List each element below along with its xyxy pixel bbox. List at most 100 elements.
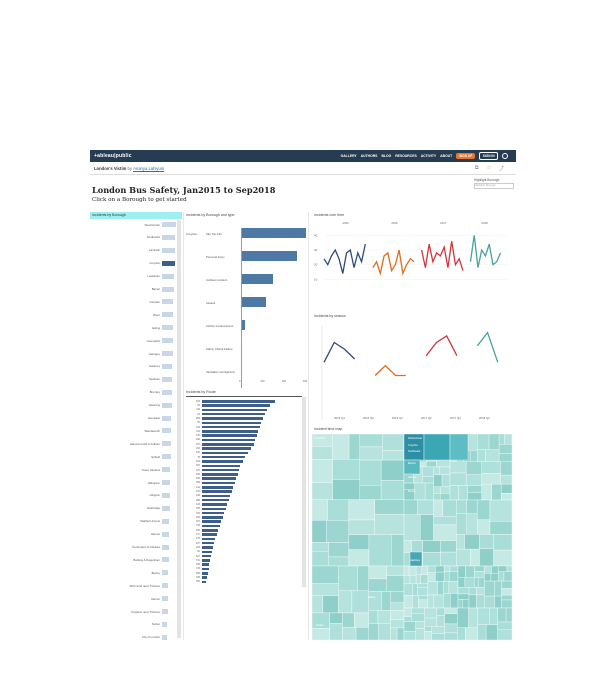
treemap-cell[interactable] bbox=[497, 607, 507, 623]
route-bar[interactable] bbox=[202, 417, 263, 420]
borough-bar[interactable] bbox=[162, 596, 168, 602]
treemap-cell[interactable] bbox=[465, 474, 482, 486]
treemap-cell[interactable] bbox=[474, 565, 485, 572]
treemap-cell[interactable] bbox=[449, 485, 459, 501]
treemap-cell[interactable] bbox=[381, 591, 391, 611]
route-bar[interactable] bbox=[202, 563, 210, 566]
borough-bar[interactable] bbox=[162, 583, 169, 589]
treemap-cell[interactable] bbox=[477, 449, 486, 462]
nav-blog[interactable]: BLOG bbox=[381, 154, 391, 158]
treemap-cell[interactable] bbox=[466, 434, 478, 451]
treemap-cell[interactable] bbox=[444, 607, 458, 614]
treemap-cell[interactable] bbox=[415, 628, 425, 640]
treemap-cell[interactable] bbox=[467, 492, 482, 501]
treemap-cell[interactable] bbox=[464, 534, 480, 550]
route-bar[interactable] bbox=[202, 541, 214, 545]
borough-bar[interactable] bbox=[162, 454, 171, 460]
route-bar[interactable] bbox=[202, 550, 213, 554]
treemap-cell[interactable] bbox=[481, 483, 492, 501]
treemap-cell[interactable] bbox=[457, 607, 469, 628]
treemap-cell[interactable] bbox=[422, 552, 441, 567]
timeline-series-2015[interactable] bbox=[323, 243, 366, 274]
timeline-series-2018[interactable] bbox=[469, 235, 502, 268]
treemap-cell[interactable] bbox=[433, 524, 457, 541]
treemap-cell[interactable] bbox=[403, 616, 412, 622]
borough-bar[interactable] bbox=[162, 312, 174, 318]
borough-bar[interactable] bbox=[162, 402, 172, 408]
treemap-cell[interactable] bbox=[500, 483, 512, 494]
treemap-cell[interactable] bbox=[498, 434, 505, 445]
route-bar[interactable] bbox=[202, 486, 234, 489]
author-link[interactable]: Ananya Lahiyuni bbox=[133, 166, 164, 171]
treemap-cell[interactable] bbox=[382, 434, 405, 451]
treemap-cell[interactable] bbox=[386, 565, 405, 576]
treemap-cell[interactable] bbox=[449, 571, 459, 582]
treemap-cell[interactable] bbox=[433, 594, 444, 609]
treemap-cell[interactable] bbox=[390, 627, 398, 640]
treemap-cell[interactable] bbox=[412, 583, 418, 596]
treemap-cell[interactable] bbox=[378, 623, 391, 640]
treemap-cell[interactable] bbox=[504, 434, 512, 445]
borough-bar[interactable] bbox=[162, 234, 176, 240]
treemap-cell[interactable] bbox=[421, 565, 429, 575]
route-bar[interactable] bbox=[202, 468, 239, 472]
borough-bar[interactable] bbox=[162, 634, 168, 640]
borough-bar[interactable] bbox=[162, 570, 169, 576]
treemap-cell[interactable] bbox=[443, 565, 451, 572]
treemap-cell[interactable] bbox=[497, 571, 505, 582]
treemap-cell[interactable] bbox=[418, 595, 429, 601]
treemap-cell[interactable] bbox=[403, 565, 410, 576]
treemap-cell[interactable] bbox=[444, 613, 458, 625]
treemap-cell[interactable] bbox=[420, 514, 434, 541]
treemap-cell[interactable] bbox=[368, 534, 392, 567]
copy-icon[interactable]: ⧉ bbox=[475, 165, 479, 172]
treemap-cell[interactable] bbox=[424, 631, 432, 640]
treemap-cell[interactable] bbox=[408, 565, 417, 576]
route-bar[interactable] bbox=[202, 464, 241, 468]
timeline-series-2016[interactable] bbox=[372, 249, 415, 276]
treemap-cell[interactable] bbox=[501, 594, 512, 601]
treemap-cell[interactable] bbox=[441, 474, 451, 487]
treemap-cell[interactable] bbox=[418, 599, 429, 609]
treemap-cell[interactable] bbox=[449, 461, 467, 474]
treemap-cell[interactable] bbox=[501, 599, 512, 609]
treemap-cell[interactable] bbox=[312, 459, 333, 484]
treemap-cell[interactable] bbox=[312, 551, 329, 567]
treemap-cell[interactable] bbox=[417, 499, 434, 516]
share-icon[interactable]: ⤴ bbox=[499, 165, 504, 172]
treemap-cell[interactable] bbox=[437, 581, 444, 596]
treemap-cell[interactable] bbox=[348, 534, 370, 550]
treemap-cell[interactable] bbox=[403, 575, 411, 584]
sign-in-button[interactable]: SIGN IN bbox=[479, 152, 498, 160]
treemap-cell[interactable] bbox=[500, 493, 512, 501]
route-bar[interactable] bbox=[202, 443, 254, 446]
season-series-2017[interactable] bbox=[425, 334, 458, 357]
borough-bar[interactable] bbox=[162, 518, 170, 524]
treemap-cell[interactable] bbox=[368, 591, 382, 611]
nav-authors[interactable]: AUTHORS bbox=[361, 154, 378, 158]
treemap-cell[interactable] bbox=[327, 499, 350, 521]
treemap-cell[interactable] bbox=[506, 565, 512, 572]
borough-bar[interactable] bbox=[162, 389, 172, 395]
treemap-cell[interactable] bbox=[348, 434, 360, 460]
treemap-cell[interactable] bbox=[457, 587, 470, 595]
treemap-cell[interactable] bbox=[414, 482, 426, 501]
treemap-cell[interactable] bbox=[412, 595, 419, 609]
route-bar[interactable] bbox=[202, 503, 228, 506]
treemap-cell[interactable] bbox=[403, 499, 418, 516]
route-bar[interactable] bbox=[202, 498, 229, 502]
treemap-cell[interactable] bbox=[422, 540, 441, 553]
treemap-cell[interactable] bbox=[424, 626, 432, 632]
treemap-cell[interactable] bbox=[354, 612, 369, 628]
treemap-cell[interactable] bbox=[481, 461, 501, 474]
treemap-cell[interactable] bbox=[457, 565, 466, 578]
treemap-cell[interactable] bbox=[351, 590, 369, 614]
type-bar[interactable] bbox=[241, 320, 245, 330]
treemap-cell[interactable] bbox=[436, 607, 445, 616]
treemap-cell[interactable] bbox=[433, 516, 457, 526]
borough-bar[interactable] bbox=[162, 325, 174, 331]
borough-bar[interactable] bbox=[162, 531, 170, 537]
treemap-cell[interactable] bbox=[457, 577, 466, 588]
treemap-cell[interactable] bbox=[456, 534, 465, 550]
route-bar[interactable] bbox=[202, 477, 237, 480]
